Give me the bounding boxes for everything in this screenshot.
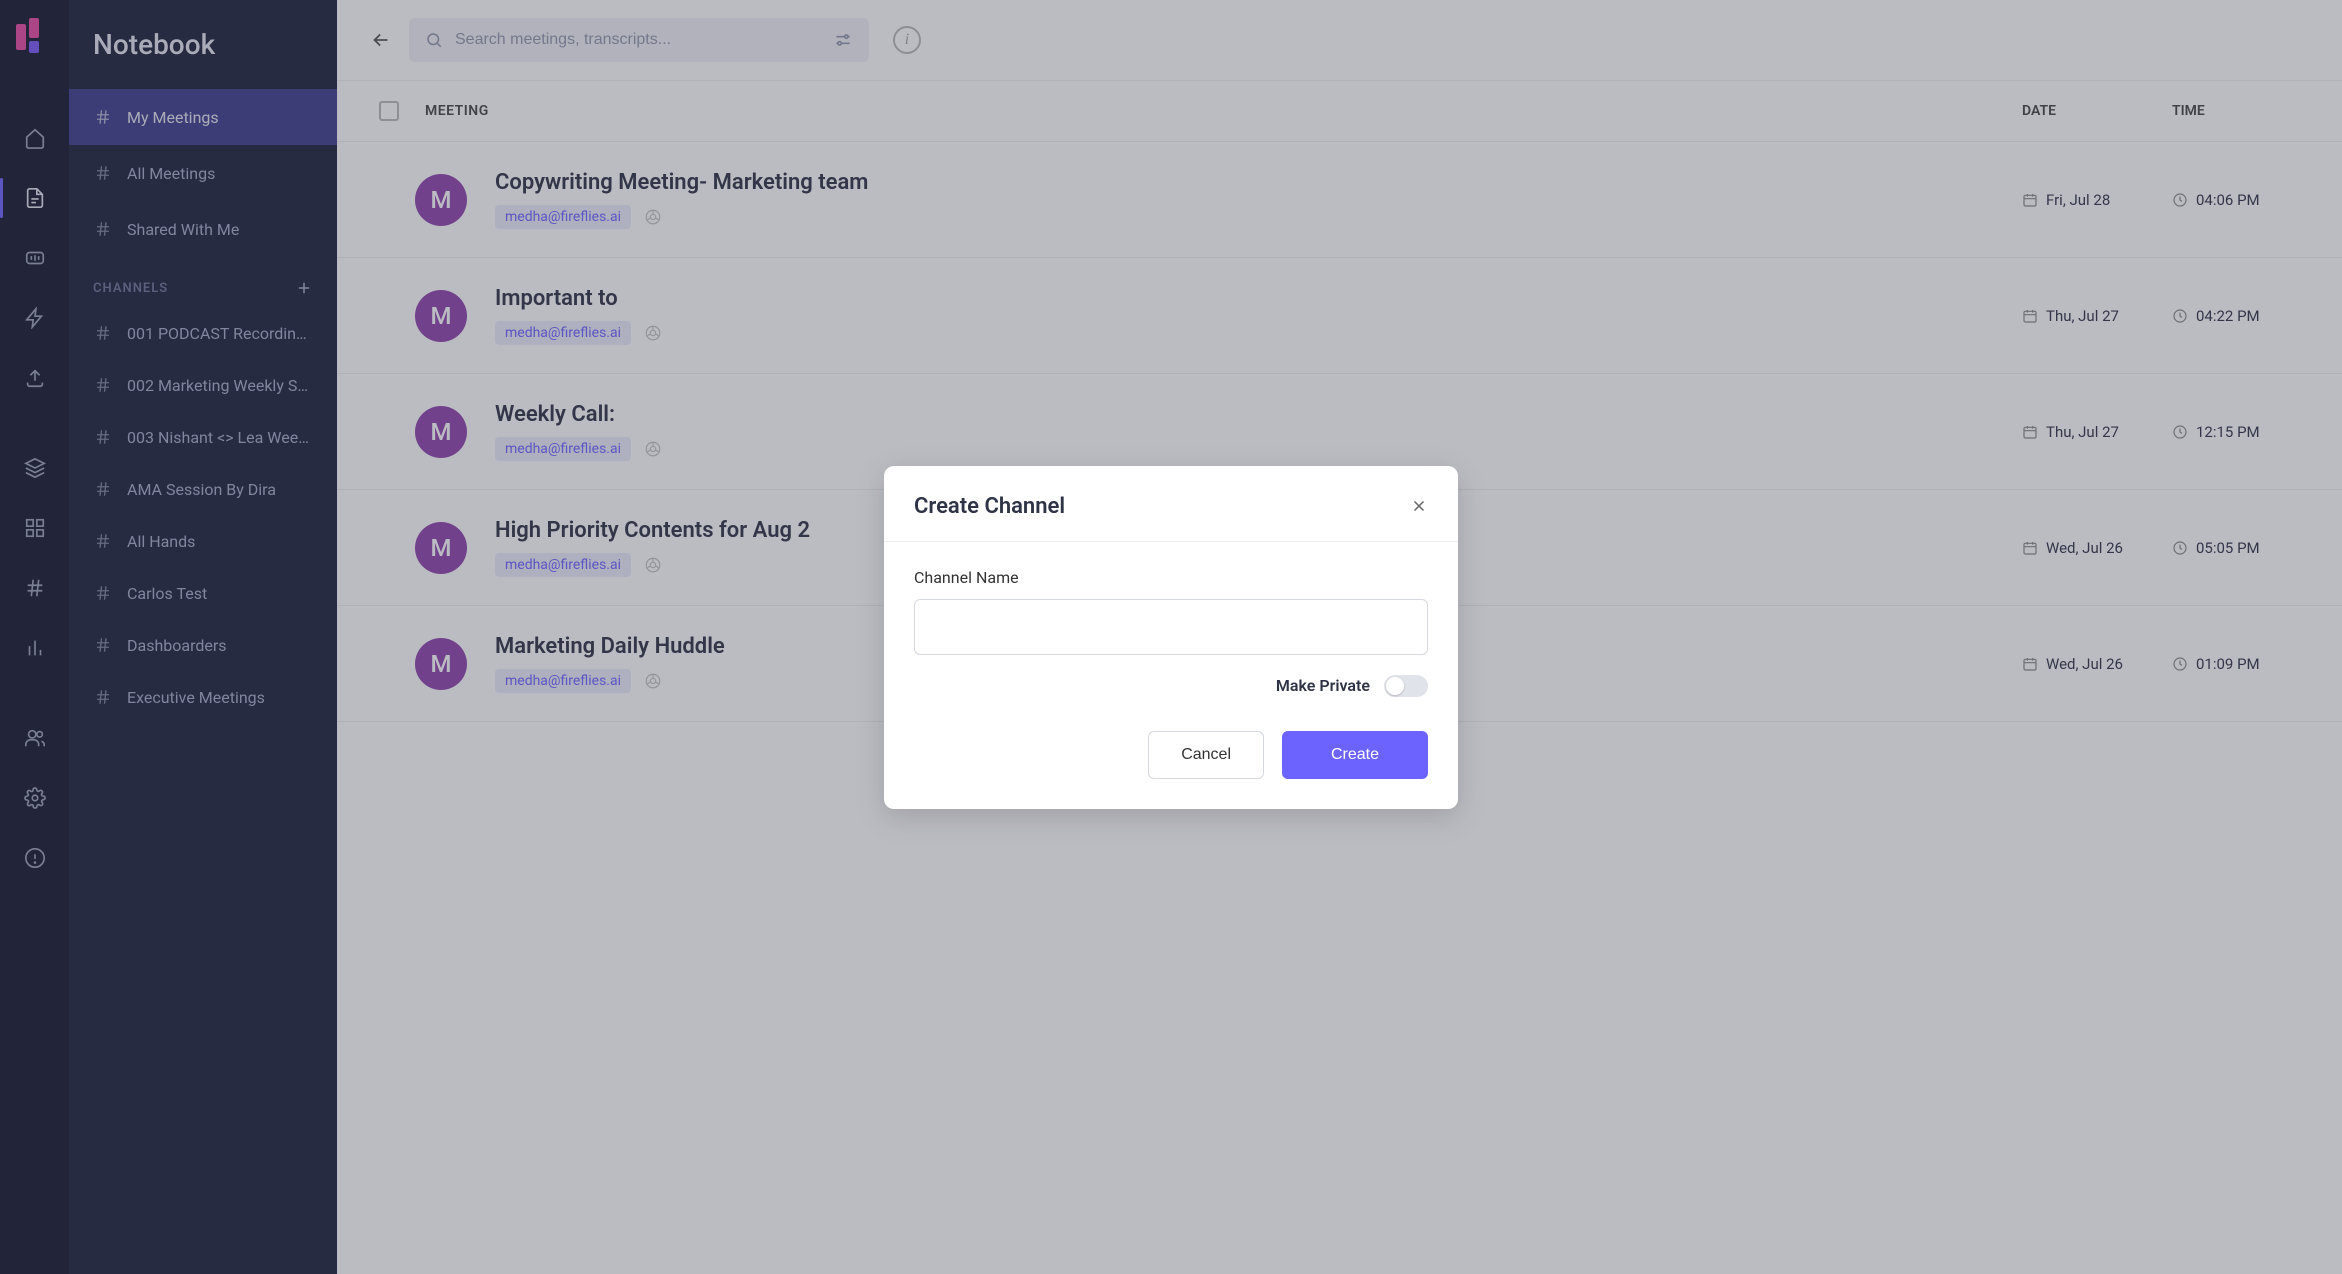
channel-name-label: Channel Name bbox=[914, 568, 1428, 587]
modal-title: Create Channel bbox=[914, 494, 1065, 519]
channel-name-input[interactable] bbox=[914, 599, 1428, 655]
create-button[interactable]: Create bbox=[1282, 731, 1428, 779]
create-channel-modal: Create Channel Channel Name Make Private… bbox=[884, 466, 1458, 809]
make-private-toggle[interactable] bbox=[1384, 675, 1428, 697]
make-private-label: Make Private bbox=[1276, 676, 1370, 695]
modal-overlay[interactable]: Create Channel Channel Name Make Private… bbox=[0, 0, 2342, 1274]
cancel-button[interactable]: Cancel bbox=[1148, 731, 1264, 779]
close-icon[interactable] bbox=[1410, 497, 1428, 515]
